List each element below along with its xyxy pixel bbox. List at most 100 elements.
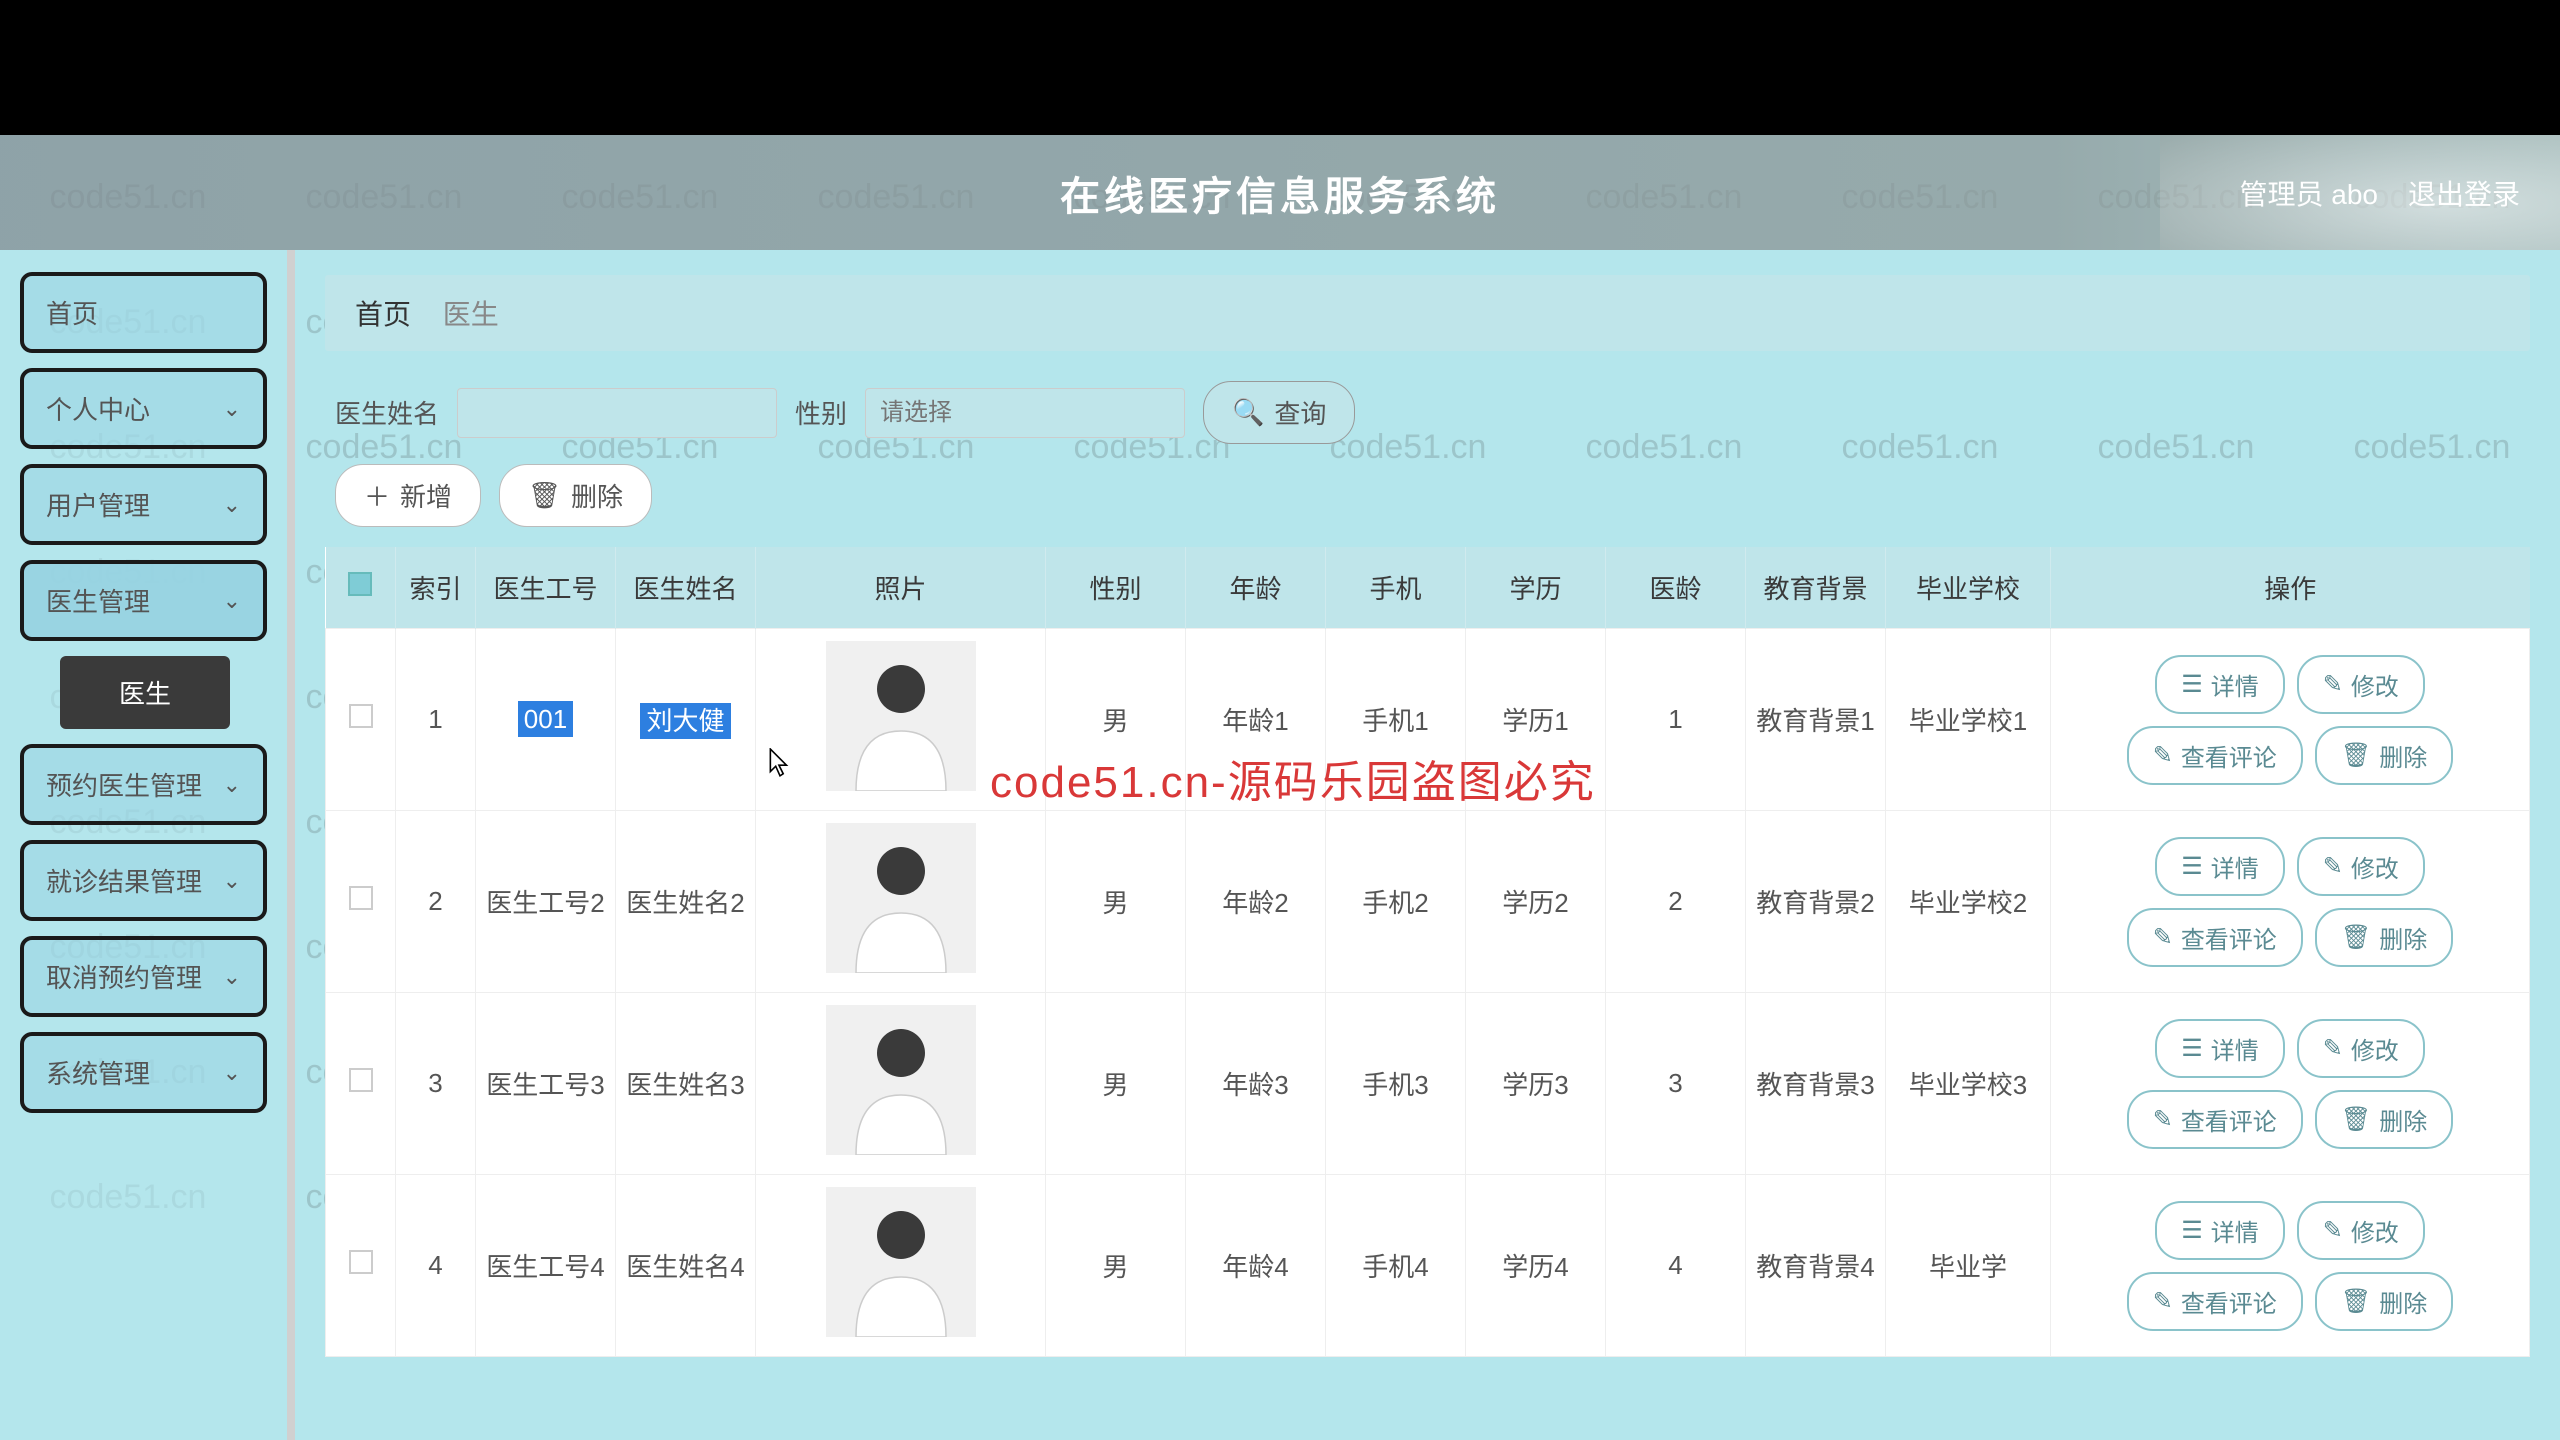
- cell-education: 学历1: [1466, 629, 1606, 811]
- cell-phone: 手机4: [1326, 1175, 1466, 1357]
- chevron-down-icon: ⌄: [223, 964, 241, 990]
- cell-med-years: 4: [1606, 1175, 1746, 1357]
- cell-doctor-id: 医生工号3: [476, 993, 616, 1175]
- col-doctor-name: 医生姓名: [616, 547, 756, 629]
- col-doctor-id: 医生工号: [476, 547, 616, 629]
- cell-education: 学历2: [1466, 811, 1606, 993]
- chevron-down-icon: ⌄: [223, 492, 241, 518]
- cell-doctor-id: 001: [476, 629, 616, 811]
- sidebar-item-results[interactable]: 就诊结果管理⌄: [20, 840, 267, 921]
- cell-med-years: 1: [1606, 629, 1746, 811]
- search-button[interactable]: 🔍 查询: [1203, 381, 1355, 444]
- cell-edu-bg: 教育背景2: [1746, 811, 1886, 993]
- cell-photo: [756, 1175, 1046, 1357]
- select-all-checkbox[interactable]: [348, 572, 372, 596]
- app-header: 在线医疗信息服务系统 管理员 abo 退出登录: [0, 135, 2560, 250]
- comments-button[interactable]: ✎查看评论: [2127, 908, 2303, 967]
- row-checkbox[interactable]: [349, 1068, 373, 1092]
- cell-operations: ☰详情 ✎修改 ✎查看评论 🗑删除: [2051, 629, 2530, 811]
- search-bar: 医生姓名 性别 🔍 查询: [325, 366, 2530, 464]
- cell-age: 年龄2: [1186, 811, 1326, 993]
- sidebar-item-cancellations[interactable]: 取消预约管理⌄: [20, 936, 267, 1017]
- doctor-table: 索引 医生工号 医生姓名 照片 性别 年龄 手机 学历 医龄 教育背景 毕业学校…: [325, 547, 2530, 1357]
- cell-phone: 手机1: [1326, 629, 1466, 811]
- list-icon: ☰: [2181, 852, 2203, 881]
- sidebar-item-profile[interactable]: 个人中心⌄: [20, 368, 267, 449]
- edit-button[interactable]: ✎修改: [2297, 1201, 2425, 1260]
- cell-age: 年龄1: [1186, 629, 1326, 811]
- row-delete-button[interactable]: 🗑删除: [2315, 908, 2453, 967]
- cell-photo: [756, 993, 1046, 1175]
- plus-icon: ＋: [364, 477, 390, 514]
- cell-age: 年龄3: [1186, 993, 1326, 1175]
- col-edu-bg: 教育背景: [1746, 547, 1886, 629]
- col-index: 索引: [396, 547, 476, 629]
- comment-icon: ✎: [2153, 923, 2173, 952]
- detail-button[interactable]: ☰详情: [2155, 837, 2285, 896]
- cell-school: 毕业学校3: [1886, 993, 2051, 1175]
- trash-icon: 🗑: [528, 480, 561, 511]
- cell-age: 年龄4: [1186, 1175, 1326, 1357]
- sidebar-item-system[interactable]: 系统管理⌄: [20, 1032, 267, 1113]
- cell-doctor-id: 医生工号4: [476, 1175, 616, 1357]
- search-name-input[interactable]: [457, 388, 777, 438]
- trash-icon: 🗑: [2341, 1287, 2371, 1316]
- row-delete-button[interactable]: 🗑删除: [2315, 1090, 2453, 1149]
- row-delete-button[interactable]: 🗑删除: [2315, 726, 2453, 785]
- sidebar-item-doctors[interactable]: 医生管理⌄: [20, 560, 267, 641]
- doctor-photo: [826, 641, 976, 791]
- cell-doctor-id: 医生工号2: [476, 811, 616, 993]
- breadcrumb-current: 医生: [443, 299, 499, 330]
- edit-icon: ✎: [2323, 1034, 2343, 1063]
- logout-link[interactable]: 退出登录: [2408, 173, 2520, 213]
- col-operations: 操作: [2051, 547, 2530, 629]
- comment-icon: ✎: [2153, 1105, 2173, 1134]
- cell-index: 4: [396, 1175, 476, 1357]
- add-button[interactable]: ＋新增: [335, 464, 481, 527]
- edit-icon: ✎: [2323, 852, 2343, 881]
- cell-school: 毕业学校2: [1886, 811, 2051, 993]
- search-gender-select[interactable]: [865, 388, 1185, 438]
- edit-button[interactable]: ✎修改: [2297, 837, 2425, 896]
- search-gender-label: 性别: [795, 394, 847, 431]
- edit-button[interactable]: ✎修改: [2297, 1019, 2425, 1078]
- breadcrumb: 首页 医生: [325, 275, 2530, 351]
- cell-doctor-name: 医生姓名2: [616, 811, 756, 993]
- edit-icon: ✎: [2323, 670, 2343, 699]
- trash-icon: 🗑: [2341, 923, 2371, 952]
- cell-edu-bg: 教育背景4: [1746, 1175, 1886, 1357]
- doctor-photo: [826, 1005, 976, 1155]
- sidebar-item-users[interactable]: 用户管理⌄: [20, 464, 267, 545]
- detail-button[interactable]: ☰详情: [2155, 1201, 2285, 1260]
- sidebar-item-home[interactable]: 首页: [20, 272, 267, 353]
- detail-button[interactable]: ☰详情: [2155, 1019, 2285, 1078]
- edit-icon: ✎: [2323, 1216, 2343, 1245]
- comments-button[interactable]: ✎查看评论: [2127, 1090, 2303, 1149]
- cell-gender: 男: [1046, 629, 1186, 811]
- list-icon: ☰: [2181, 1034, 2203, 1063]
- row-checkbox[interactable]: [349, 704, 373, 728]
- cell-school: 毕业学校1: [1886, 629, 2051, 811]
- sidebar-item-appointments[interactable]: 预约医生管理⌄: [20, 744, 267, 825]
- cell-med-years: 3: [1606, 993, 1746, 1175]
- delete-button[interactable]: 🗑删除: [499, 464, 652, 527]
- cell-index: 1: [396, 629, 476, 811]
- cell-med-years: 2: [1606, 811, 1746, 993]
- cell-education: 学历3: [1466, 993, 1606, 1175]
- cell-education: 学历4: [1466, 1175, 1606, 1357]
- doctor-photo: [826, 823, 976, 973]
- breadcrumb-home[interactable]: 首页: [355, 299, 411, 330]
- current-user[interactable]: 管理员 abo: [2239, 173, 2378, 213]
- edit-button[interactable]: ✎修改: [2297, 655, 2425, 714]
- comments-button[interactable]: ✎查看评论: [2127, 1272, 2303, 1331]
- row-delete-button[interactable]: 🗑删除: [2315, 1272, 2453, 1331]
- row-checkbox[interactable]: [349, 1250, 373, 1274]
- list-icon: ☰: [2181, 1216, 2203, 1245]
- comments-button[interactable]: ✎查看评论: [2127, 726, 2303, 785]
- chevron-down-icon: ⌄: [223, 588, 241, 614]
- cell-doctor-name: 医生姓名3: [616, 993, 756, 1175]
- detail-button[interactable]: ☰详情: [2155, 655, 2285, 714]
- row-checkbox[interactable]: [349, 886, 373, 910]
- sidebar: 首页 个人中心⌄ 用户管理⌄ 医生管理⌄ 医生 预约医生管理⌄ 就诊结果管理⌄ …: [0, 250, 295, 1440]
- sidebar-subitem-doctor[interactable]: 医生: [60, 656, 230, 729]
